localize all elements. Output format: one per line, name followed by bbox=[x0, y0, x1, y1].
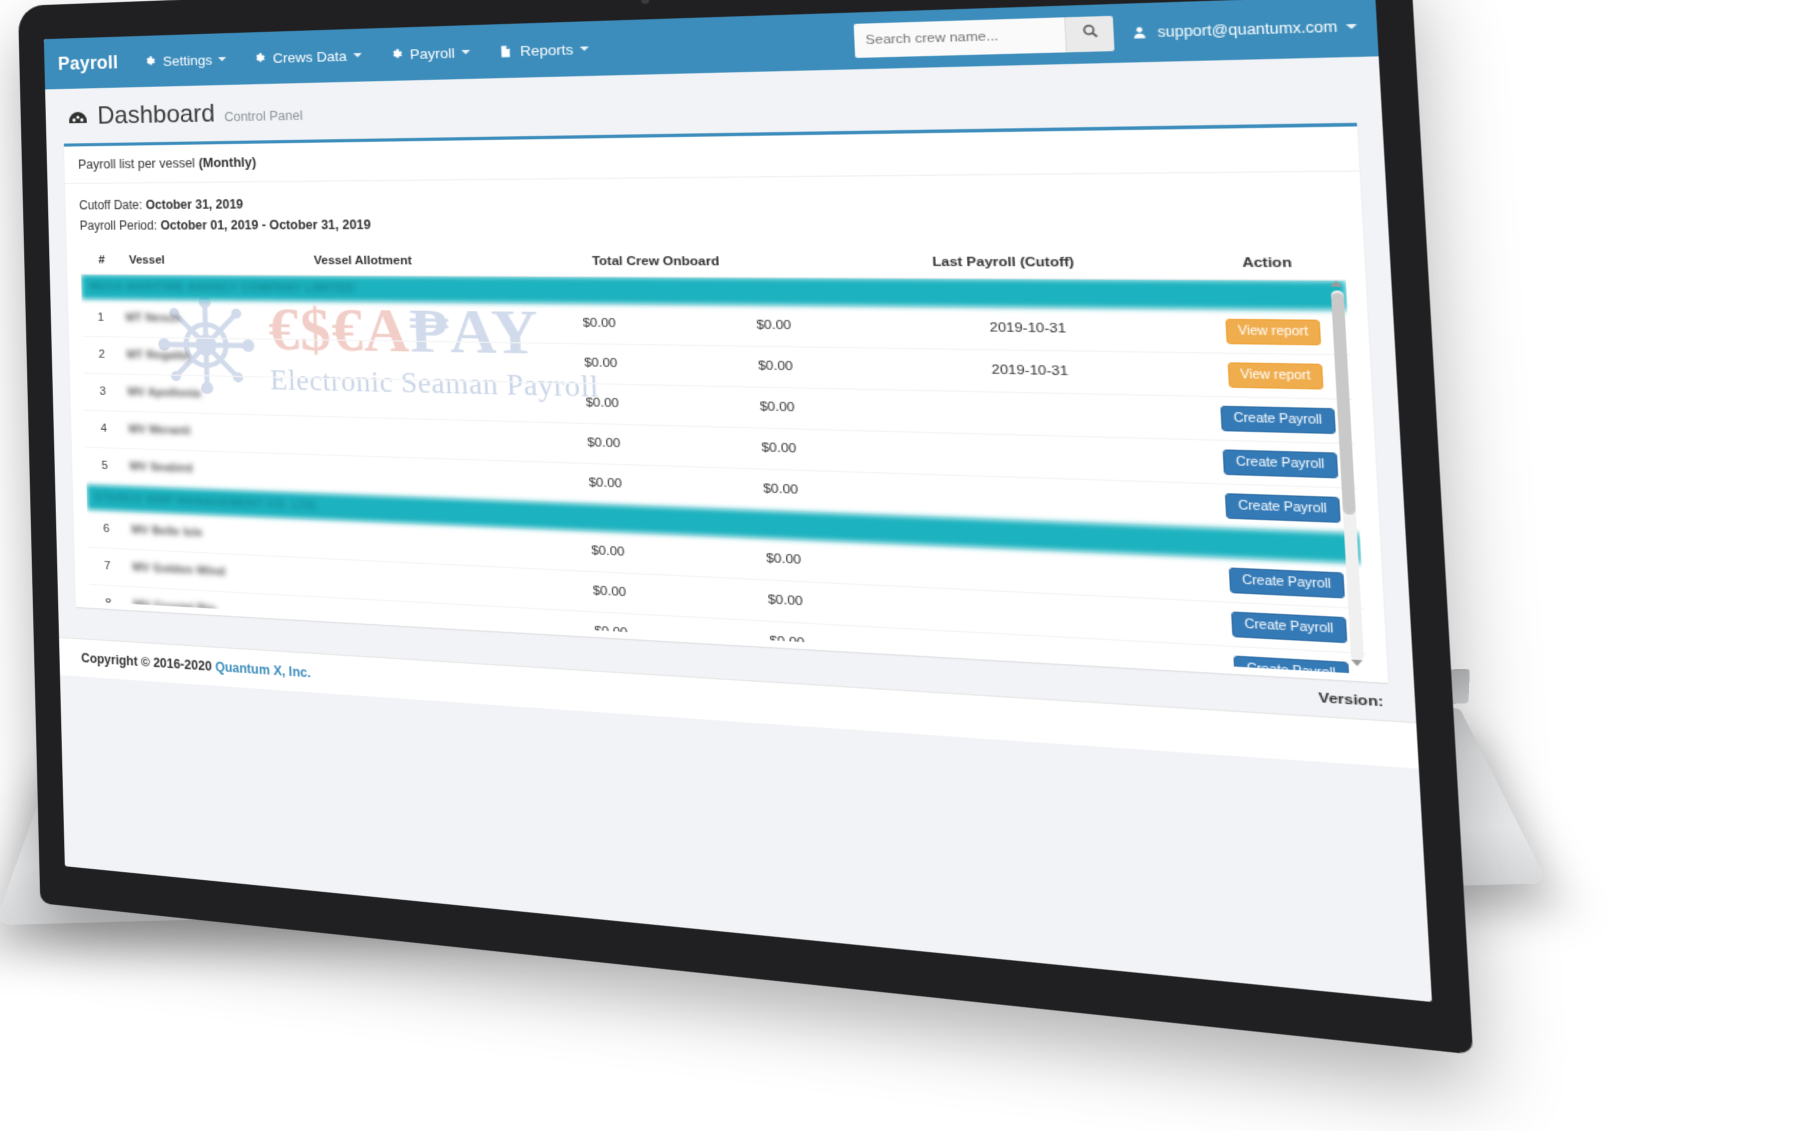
vessel-allotment: $0.00 bbox=[517, 381, 690, 426]
row-number: 5 bbox=[85, 446, 125, 486]
nav-item-label: Reports bbox=[519, 40, 574, 59]
user-icon bbox=[1132, 25, 1150, 41]
nav-item-label: Crews Data bbox=[272, 47, 347, 66]
table-scroll-area[interactable]: MEGA MARITIME AGENCY COMPANY LIMITED 1 MT … bbox=[80, 274, 1368, 674]
last-payroll-date: 2019-10-31 bbox=[863, 306, 1200, 353]
page-subtitle: Control Panel bbox=[224, 108, 303, 125]
row-number: 1 bbox=[81, 299, 121, 337]
payroll-panel: Payroll list per vessel (Monthly) €$€A₱A… bbox=[63, 122, 1389, 683]
panel-title-strong: (Monthly) bbox=[198, 155, 257, 171]
chevron-down-icon bbox=[218, 56, 227, 62]
user-email: support@quantumx.com bbox=[1157, 18, 1338, 41]
total-crew-onboard: $0.00 bbox=[687, 385, 869, 431]
payroll-period-value: October 01, 2019 - October 31, 2019 bbox=[160, 217, 372, 233]
action-cell: View report bbox=[1197, 308, 1350, 355]
total-crew-onboard: $0.00 bbox=[686, 344, 868, 389]
create-payroll-button[interactable]: Create Payroll bbox=[1231, 610, 1347, 643]
nav-item-crews-data[interactable]: Crews Data bbox=[253, 47, 362, 66]
nav-item-label: Payroll bbox=[409, 44, 456, 62]
row-number: 3 bbox=[83, 372, 123, 411]
nav-item-settings[interactable]: Settings bbox=[144, 51, 227, 69]
search-button[interactable] bbox=[1064, 15, 1115, 53]
copyright-text: Copyright © 2016-2020 bbox=[80, 650, 216, 674]
payroll-table-body: MEGA MARITIME AGENCY COMPANY LIMITED 1 MT … bbox=[80, 274, 1368, 674]
user-menu[interactable]: support@quantumx.com bbox=[1132, 18, 1358, 41]
cutoff-date-label: Cutoff Date: bbox=[79, 197, 143, 213]
nav-item-label: Settings bbox=[162, 51, 213, 69]
chevron-down-icon bbox=[352, 53, 362, 58]
laptop-screen-bezel: Payroll Settings Crews Data Payroll Repo… bbox=[18, 0, 1474, 1055]
gear-icon bbox=[389, 47, 403, 61]
action-cell: View report bbox=[1199, 352, 1353, 399]
payroll-meta: Cutoff Date: October 31, 2019 Payroll Pe… bbox=[79, 186, 1343, 236]
gear-icon bbox=[253, 51, 267, 65]
chevron-down-icon bbox=[1345, 23, 1358, 30]
panel-title-text: Payroll list per vessel bbox=[77, 155, 199, 172]
create-payroll-button[interactable]: Create Payroll bbox=[1222, 448, 1338, 478]
screenshot-stage: Payroll Settings Crews Data Payroll Repo… bbox=[0, 0, 1818, 1131]
action-cell: Create Payroll bbox=[1204, 439, 1358, 488]
cutoff-date-value: October 31, 2019 bbox=[145, 196, 244, 213]
page-title: Dashboard bbox=[97, 99, 216, 130]
create-payroll-button[interactable]: Create Payroll bbox=[1220, 405, 1336, 434]
table-body: MEGA MARITIME AGENCY COMPANY LIMITED 1 MT … bbox=[80, 274, 1368, 674]
search-icon bbox=[1081, 23, 1099, 45]
search-input[interactable] bbox=[853, 17, 1066, 58]
row-number: 6 bbox=[87, 509, 126, 549]
action-cell: Create Payroll bbox=[1206, 482, 1360, 533]
row-number: 2 bbox=[82, 335, 122, 374]
total-crew-onboard: $0.00 bbox=[689, 425, 871, 473]
vessel-allotment: $0.00 bbox=[514, 302, 687, 345]
create-payroll-button[interactable]: Create Payroll bbox=[1229, 566, 1345, 598]
column-header-crew-onboard: Total Crew Onboard bbox=[493, 246, 825, 278]
panel-body: €$€A₱AY Electronic Seaman Payroll Cutoff… bbox=[65, 172, 1388, 683]
last-payroll-date: 2019-10-31 bbox=[865, 347, 1203, 396]
row-number: 7 bbox=[88, 546, 127, 587]
vessel-name: MT Nexus bbox=[119, 299, 516, 343]
vessel-allotment: $0.00 bbox=[518, 421, 692, 467]
vessel-allotment: $0.00 bbox=[520, 460, 693, 507]
brand-logo[interactable]: Payroll bbox=[58, 51, 119, 74]
scroll-up-icon[interactable] bbox=[1330, 280, 1342, 287]
row-number: 4 bbox=[84, 409, 124, 449]
column-header-last-payroll: Last Payroll (Cutoff) bbox=[823, 246, 1192, 279]
create-payroll-button[interactable]: Create Payroll bbox=[1225, 492, 1341, 523]
company-link[interactable]: Quantum X, Inc. bbox=[215, 659, 311, 680]
action-cell: Create Payroll bbox=[1202, 395, 1355, 444]
app-page: Payroll Settings Crews Data Payroll Repo… bbox=[43, 0, 1433, 1003]
total-crew-onboard: $0.00 bbox=[684, 304, 866, 348]
nav-item-payroll[interactable]: Payroll bbox=[389, 44, 471, 62]
vessel-allotment: $0.00 bbox=[515, 342, 688, 386]
navbar-right: support@quantumx.com bbox=[853, 8, 1358, 58]
chevron-down-icon bbox=[461, 49, 471, 55]
file-icon bbox=[499, 44, 514, 58]
column-header-vessel: Vessel bbox=[122, 246, 237, 275]
gear-icon bbox=[144, 54, 157, 68]
payroll-period-line: Payroll Period: October 01, 2019 - Octob… bbox=[79, 211, 1343, 237]
action-cell: Create Payroll bbox=[1210, 557, 1364, 609]
scroll-down-icon[interactable] bbox=[1351, 659, 1363, 666]
laptop-screen: Payroll Settings Crews Data Payroll Repo… bbox=[43, 0, 1433, 1003]
nav-menu: Settings Crews Data Payroll Reports bbox=[144, 32, 855, 69]
column-header-action: Action bbox=[1189, 247, 1346, 280]
view-report-button[interactable]: View report bbox=[1227, 361, 1324, 390]
column-header-allotment: Vessel Allotment bbox=[235, 246, 495, 276]
column-header-number: # bbox=[80, 246, 124, 274]
search-box[interactable] bbox=[853, 15, 1115, 58]
view-report-button[interactable]: View report bbox=[1225, 318, 1322, 345]
webcam-icon bbox=[640, 0, 650, 5]
nav-item-reports[interactable]: Reports bbox=[499, 40, 590, 59]
create-payroll-button[interactable]: Create Payroll bbox=[1233, 655, 1350, 674]
total-crew-onboard: $0.00 bbox=[691, 466, 873, 514]
dashboard-icon bbox=[67, 109, 89, 132]
payroll-period-label: Payroll Period: bbox=[79, 218, 158, 233]
chevron-down-icon bbox=[580, 46, 590, 52]
